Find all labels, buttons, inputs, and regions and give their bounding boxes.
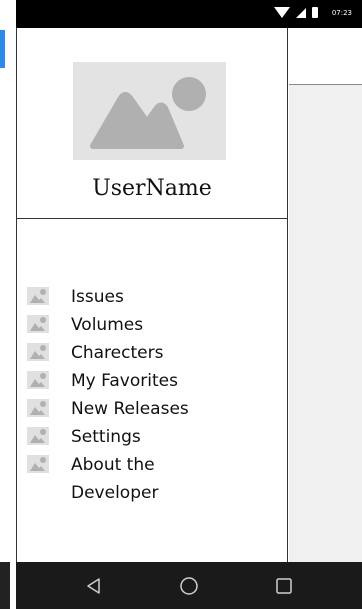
phone-screen: 07:23 UserName Issues Volumes Charecters… xyxy=(16,0,362,609)
menu-item-characters[interactable]: Charecters xyxy=(27,339,221,365)
menu-item-label: Issues xyxy=(71,287,124,307)
menu-item-new-releases[interactable]: New Releases xyxy=(27,395,221,421)
recents-icon xyxy=(276,577,292,594)
app-content-scrim[interactable] xyxy=(289,85,362,562)
app-toolbar xyxy=(289,28,362,85)
wifi-icon xyxy=(273,7,290,18)
background-screen-edge xyxy=(0,0,16,609)
image-placeholder-icon xyxy=(27,315,49,333)
menu-item-label: Volumes xyxy=(71,315,144,335)
image-placeholder-icon xyxy=(27,287,49,305)
navigation-drawer: UserName Issues Volumes Charecters My Fa… xyxy=(16,28,288,562)
image-placeholder-icon xyxy=(27,343,49,361)
username-label: UserName xyxy=(92,176,212,201)
image-placeholder-icon xyxy=(27,427,49,445)
home-icon xyxy=(180,576,198,595)
system-nav-bar xyxy=(16,562,362,609)
menu-item-settings[interactable]: Settings xyxy=(27,423,221,449)
menu-item-label: My Favorites xyxy=(71,371,178,391)
image-placeholder-icon xyxy=(27,455,49,473)
back-icon xyxy=(87,577,100,594)
menu-item-label: Settings xyxy=(71,427,141,447)
signal-icon xyxy=(295,7,306,18)
menu-item-favorites[interactable]: My Favorites xyxy=(27,367,221,393)
profile-image-icon[interactable] xyxy=(73,62,226,160)
menu-item-volumes[interactable]: Volumes xyxy=(27,311,221,337)
menu-item-about-developer[interactable]: About the Developer xyxy=(27,451,181,507)
home-button[interactable] xyxy=(171,562,207,609)
status-bar: 07:23 xyxy=(16,0,362,28)
recents-button[interactable] xyxy=(266,562,302,609)
drawer-header: UserName xyxy=(17,28,287,219)
background-nav-edge xyxy=(0,562,10,609)
back-button[interactable] xyxy=(76,562,112,609)
battery-icon xyxy=(311,7,318,18)
background-accent xyxy=(0,30,5,68)
status-time: 07:23 xyxy=(331,8,352,17)
image-placeholder-icon xyxy=(27,371,49,389)
menu-item-issues[interactable]: Issues xyxy=(27,283,221,309)
menu-item-label: Charecters xyxy=(71,343,164,363)
menu-item-label: About the Developer xyxy=(71,455,159,503)
image-placeholder-icon xyxy=(27,399,49,417)
menu-item-label: New Releases xyxy=(71,399,189,419)
